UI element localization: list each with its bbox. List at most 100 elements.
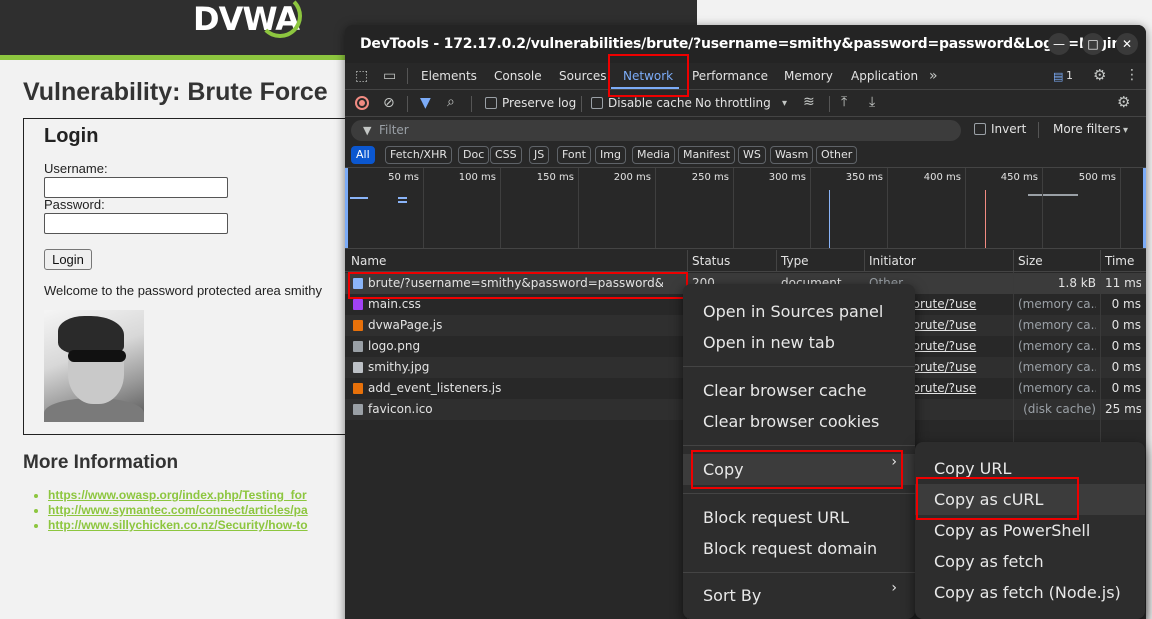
chevron-down-icon[interactable]: ▾ bbox=[782, 97, 787, 111]
type-filter-ws[interactable]: WS bbox=[738, 146, 766, 164]
column-status[interactable]: Status bbox=[692, 254, 730, 268]
issues-icon[interactable]: ▤ bbox=[1053, 70, 1063, 84]
type-filter-font[interactable]: Font bbox=[557, 146, 591, 164]
tab-performance[interactable]: Performance bbox=[692, 69, 768, 83]
timeline-tick-label: 300 ms bbox=[768, 172, 806, 183]
menu-clear-browser-cookies[interactable]: Clear browser cookies bbox=[683, 406, 915, 437]
overview-right-handle[interactable] bbox=[1143, 168, 1146, 248]
type-filter-wasm[interactable]: Wasm bbox=[770, 146, 814, 164]
column-time[interactable]: Time bbox=[1105, 254, 1134, 268]
timeline-tick-label: 150 ms bbox=[536, 172, 574, 183]
clear-log-icon[interactable]: ⊘ bbox=[383, 96, 395, 110]
cell-size: 1.8 kB bbox=[1057, 276, 1096, 290]
login-heading: Login bbox=[44, 125, 99, 147]
type-filter-media[interactable]: Media bbox=[632, 146, 676, 164]
timeline-gridline bbox=[655, 168, 656, 248]
throttling-select[interactable]: No throttling bbox=[695, 96, 771, 110]
export-har-icon[interactable]: ⤓ bbox=[869, 95, 875, 109]
selected-request-highlight bbox=[348, 272, 688, 299]
type-filter-doc[interactable]: Doc bbox=[458, 146, 490, 164]
filter-input[interactable]: ▼ Filter bbox=[351, 120, 961, 141]
menu-block-request-url[interactable]: Block request URL bbox=[683, 502, 915, 533]
menu-open-in-new-tab[interactable]: Open in new tab bbox=[683, 327, 915, 358]
file-type-icon bbox=[353, 341, 363, 352]
cell-time: 0 ms bbox=[1111, 318, 1141, 332]
maximize-button[interactable]: □ bbox=[1082, 33, 1104, 55]
type-filter-other[interactable]: Other bbox=[816, 146, 858, 164]
column-type[interactable]: Type bbox=[781, 254, 809, 268]
info-link[interactable]: http://www.sillychicken.co.nz/Security/h… bbox=[48, 518, 308, 532]
login-button[interactable]: Login bbox=[44, 249, 92, 270]
timeline-gridline bbox=[965, 168, 966, 248]
more-options-icon[interactable]: ⋮ bbox=[1125, 68, 1139, 82]
type-filter-fetchxhr[interactable]: Fetch/XHR bbox=[385, 146, 452, 164]
tab-memory[interactable]: Memory bbox=[784, 69, 833, 83]
column-name[interactable]: Name bbox=[351, 254, 386, 268]
tab-sources[interactable]: Sources bbox=[559, 69, 606, 83]
devtools-title: DevTools - 172.17.0.2/vulnerabilities/br… bbox=[360, 36, 1122, 52]
filter-icon: ▼ bbox=[363, 124, 372, 137]
timeline-tick-label: 50 ms bbox=[388, 172, 419, 183]
search-icon[interactable]: ⌕ bbox=[447, 95, 455, 109]
preserve-log-checkbox[interactable] bbox=[485, 97, 497, 109]
copy-as-curl-highlight bbox=[916, 477, 1079, 520]
copy-submenu: Copy URL Copy as cURL Copy as PowerShell… bbox=[915, 442, 1145, 619]
tab-application[interactable]: Application bbox=[851, 69, 918, 83]
more-filters-dropdown[interactable]: More filters bbox=[1053, 122, 1121, 136]
inspect-element-icon[interactable]: ⬚ bbox=[355, 69, 368, 83]
column-initiator[interactable]: Initiator bbox=[869, 254, 916, 268]
timeline-gridline bbox=[1042, 168, 1043, 248]
username-input[interactable] bbox=[44, 177, 228, 198]
tab-console[interactable]: Console bbox=[494, 69, 542, 83]
network-conditions-icon[interactable]: ≋ bbox=[803, 95, 815, 109]
file-type-icon bbox=[353, 383, 363, 394]
timeline-tick-label: 450 ms bbox=[1000, 172, 1038, 183]
resource-type-filters: All Fetch/XHR Doc CSS JS Font Img Media Manifest… bbox=[345, 144, 1146, 166]
type-filter-manifest[interactable]: Manifest bbox=[678, 146, 735, 164]
type-filter-img[interactable]: Img bbox=[595, 146, 626, 164]
cell-size: (disk cache) bbox=[1023, 402, 1096, 416]
column-size[interactable]: Size bbox=[1018, 254, 1043, 268]
info-link-item: http://www.symantec.com/connect/articles… bbox=[48, 503, 308, 518]
file-type-icon bbox=[353, 320, 363, 331]
record-icon[interactable] bbox=[355, 96, 369, 110]
menu-copy-as-fetch-nodejs[interactable]: Copy as fetch (Node.js) bbox=[915, 577, 1145, 608]
info-link[interactable]: https://www.owasp.org/index.php/Testing_… bbox=[48, 488, 307, 502]
disable-cache-checkbox[interactable] bbox=[591, 97, 603, 109]
import-har-icon[interactable]: ⤒ bbox=[841, 95, 847, 109]
device-toolbar-icon[interactable]: ▭ bbox=[383, 69, 396, 83]
timeline-tick-label: 500 ms bbox=[1078, 172, 1116, 183]
close-window-button[interactable]: ✕ bbox=[1116, 33, 1138, 55]
menu-block-request-domain[interactable]: Block request domain bbox=[683, 533, 915, 564]
tab-elements[interactable]: Elements bbox=[421, 69, 477, 83]
welcome-message: Welcome to the password protected area s… bbox=[44, 283, 322, 298]
table-header: Name Status Type Initiator Size Time bbox=[345, 250, 1146, 272]
network-settings-gear-icon[interactable]: ⚙ bbox=[1117, 95, 1130, 110]
type-filter-all[interactable]: All bbox=[351, 146, 375, 164]
type-filter-css[interactable]: CSS bbox=[490, 146, 522, 164]
menu-open-in-sources[interactable]: Open in Sources panel bbox=[683, 296, 915, 327]
timeline-tick-label: 250 ms bbox=[691, 172, 729, 183]
request-bar bbox=[398, 197, 407, 199]
info-link[interactable]: http://www.symantec.com/connect/articles… bbox=[48, 503, 308, 517]
password-input[interactable] bbox=[44, 213, 228, 234]
filter-funnel-icon[interactable]: ▼ bbox=[420, 96, 431, 110]
more-tabs-icon[interactable]: » bbox=[929, 69, 938, 83]
settings-gear-icon[interactable]: ⚙ bbox=[1093, 68, 1106, 83]
chevron-down-icon[interactable]: ▾ bbox=[1123, 124, 1128, 138]
issues-count[interactable]: 1 bbox=[1066, 69, 1073, 82]
overview-left-handle[interactable] bbox=[345, 168, 348, 248]
minimize-button[interactable]: — bbox=[1048, 33, 1070, 55]
load-event-line bbox=[985, 190, 986, 248]
timeline-gridline bbox=[1120, 168, 1121, 248]
menu-copy-as-fetch[interactable]: Copy as fetch bbox=[915, 546, 1145, 577]
menu-sort-by[interactable]: Sort By › bbox=[683, 580, 915, 611]
menu-clear-browser-cache[interactable]: Clear browser cache bbox=[683, 375, 915, 406]
filter-bar: ▼ Filter Invert More filters ▾ bbox=[345, 118, 1146, 143]
request-bar bbox=[398, 201, 407, 203]
cell-size: (memory ca... bbox=[1018, 360, 1096, 374]
request-bar bbox=[1028, 194, 1078, 196]
type-filter-js[interactable]: JS bbox=[529, 146, 550, 164]
file-type-icon bbox=[353, 404, 363, 415]
invert-checkbox[interactable] bbox=[974, 123, 986, 135]
